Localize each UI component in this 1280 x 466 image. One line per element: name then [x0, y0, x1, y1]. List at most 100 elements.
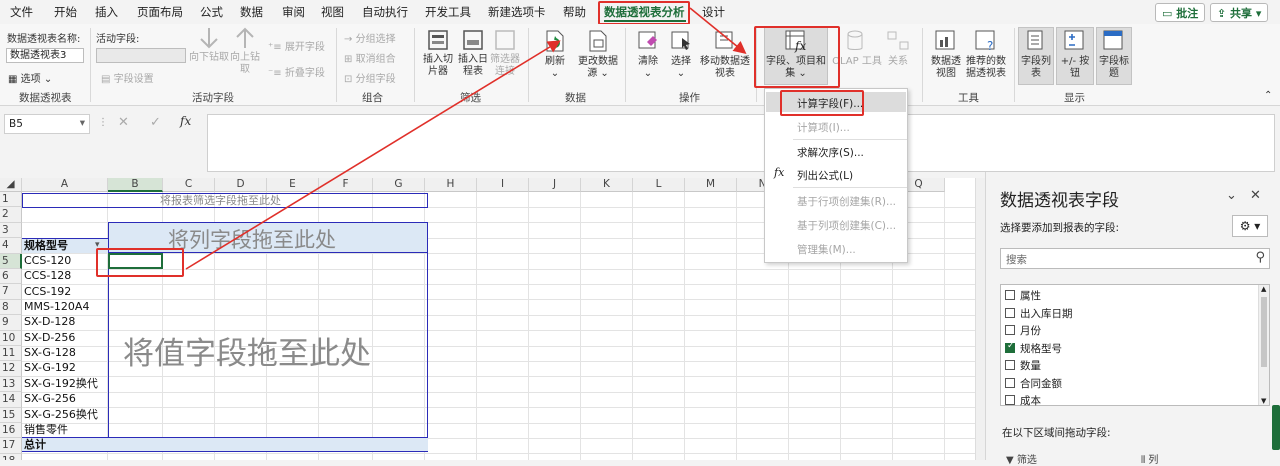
- confirm-icon[interactable]: ✓: [150, 115, 161, 130]
- clear-button[interactable]: 清除 ⌄: [630, 28, 666, 80]
- pivot-name-input[interactable]: 数据透视表3: [6, 48, 84, 63]
- menu-data[interactable]: 数据: [240, 4, 263, 20]
- row-item[interactable]: SX-G-256: [24, 392, 76, 406]
- row-item[interactable]: MMS-120A4: [24, 300, 89, 314]
- menu-help[interactable]: 帮助: [563, 4, 586, 20]
- column-header-g[interactable]: G: [373, 178, 425, 192]
- collapse-ribbon-icon[interactable]: ⌃: [1264, 90, 1272, 101]
- share-button[interactable]: ⇪ 共享 ▾: [1210, 3, 1269, 22]
- menu-review[interactable]: 审阅: [282, 4, 305, 20]
- filter-connections-button[interactable]: 筛选器连接: [490, 28, 520, 78]
- side-handle[interactable]: [1272, 405, 1280, 450]
- row-header-13[interactable]: 13: [0, 376, 22, 393]
- chevron-down-icon[interactable]: ▾: [80, 117, 85, 129]
- insert-timeline-button[interactable]: 插入日程表: [458, 28, 488, 78]
- row-header-16[interactable]: 16: [0, 423, 22, 439]
- drill-down-button[interactable]: 向下钻取: [189, 26, 229, 64]
- insert-slicer-button[interactable]: 插入切片器: [419, 28, 457, 78]
- column-header-i[interactable]: I: [477, 178, 529, 192]
- row-header-12[interactable]: 12: [0, 361, 22, 377]
- column-header-f[interactable]: F: [319, 178, 373, 192]
- checkbox[interactable]: [1005, 360, 1015, 370]
- grid-scrollbar[interactable]: [975, 178, 985, 460]
- options-button[interactable]: ▦ 选项 ⌄: [8, 70, 52, 85]
- row-header-2[interactable]: 2: [0, 207, 22, 223]
- column-header-l[interactable]: L: [633, 178, 685, 192]
- row-header-18[interactable]: 18: [0, 453, 22, 460]
- row-item[interactable]: CCS-128: [24, 269, 71, 283]
- menu-home[interactable]: 开始: [54, 4, 77, 20]
- insert-function-icon[interactable]: fx: [180, 114, 191, 128]
- menu-developer[interactable]: 开发工具: [425, 4, 471, 20]
- row-header-17[interactable]: 17: [0, 438, 22, 454]
- field-list-scrollbar[interactable]: ▲ ▼: [1258, 285, 1269, 405]
- checkbox[interactable]: [1005, 377, 1015, 388]
- collapse-field-button[interactable]: ⁻≡ 折叠字段: [268, 64, 325, 79]
- menu-manage-sets[interactable]: 管理集(M)...: [797, 242, 856, 257]
- menu-page-layout[interactable]: 页面布局: [137, 4, 183, 20]
- field-item[interactable]: ✓ 规格型号: [1005, 341, 1062, 356]
- row-header-5[interactable]: 5: [0, 253, 22, 269]
- formula-input[interactable]: [207, 114, 1275, 172]
- plus-minus-buttons-toggle[interactable]: +/- 按钮: [1056, 27, 1094, 85]
- row-header-9[interactable]: 9: [0, 315, 22, 331]
- menu-create-set-columns[interactable]: 基于列项创建集(C)...: [797, 218, 896, 233]
- chevron-down-icon[interactable]: ⌄: [1226, 188, 1237, 203]
- menu-calculated-field[interactable]: 计算字段(F)...: [797, 96, 863, 111]
- row-header-8[interactable]: 8: [0, 299, 22, 316]
- menu-file[interactable]: 文件: [10, 4, 33, 20]
- menu-formulas[interactable]: 公式: [200, 4, 223, 20]
- scroll-down-icon[interactable]: ▼: [1261, 397, 1266, 405]
- column-header-b[interactable]: B: [108, 178, 163, 192]
- row-item[interactable]: SX-G-128: [24, 346, 76, 360]
- row-header-10[interactable]: 10: [0, 330, 22, 346]
- row-item[interactable]: CCS-192: [24, 285, 71, 299]
- filter-dropdown-icon[interactable]: ▾: [95, 240, 100, 250]
- column-header-e[interactable]: E: [267, 178, 319, 192]
- relationships-button[interactable]: 关系: [882, 28, 914, 68]
- row-item[interactable]: SX-G-256换代: [24, 408, 98, 422]
- field-headers-toggle[interactable]: 字段标题: [1096, 27, 1132, 85]
- cancel-icon[interactable]: ✕: [118, 115, 129, 130]
- row-header-3[interactable]: 3: [0, 222, 22, 239]
- row-item[interactable]: SX-D-128: [24, 315, 75, 329]
- column-header-k[interactable]: K: [581, 178, 633, 192]
- column-header-a[interactable]: A: [22, 178, 108, 192]
- expand-field-button[interactable]: ⁺≡ 展开字段: [268, 38, 325, 53]
- move-pivot-button[interactable]: 移动数据透视表: [698, 28, 752, 80]
- column-header-h[interactable]: H: [425, 178, 477, 192]
- name-box[interactable]: B5 ▾: [4, 114, 90, 134]
- field-item[interactable]: 合同金额: [1005, 376, 1062, 391]
- field-item[interactable]: 数量: [1005, 358, 1041, 373]
- ungroup-button[interactable]: ⊞ 取消组合: [344, 50, 396, 65]
- column-header-m[interactable]: M: [685, 178, 737, 192]
- menu-automate[interactable]: 自动执行: [362, 4, 408, 20]
- refresh-button[interactable]: 刷新 ⌄: [536, 28, 574, 80]
- row-item[interactable]: SX-D-256: [24, 331, 75, 345]
- menu-create-set-rows[interactable]: 基于行项创建集(R)...: [797, 194, 896, 209]
- group-selection-button[interactable]: → 分组选择: [344, 30, 396, 45]
- checkbox[interactable]: [1005, 395, 1015, 405]
- column-header-j[interactable]: J: [529, 178, 581, 192]
- row-header-15[interactable]: 15: [0, 407, 22, 423]
- comment-button[interactable]: ▭ 批注: [1155, 3, 1206, 22]
- menu-list-formulas[interactable]: 列出公式(L): [797, 168, 853, 183]
- change-data-source-button[interactable]: 更改数据源 ⌄: [576, 28, 620, 80]
- checkbox[interactable]: [1005, 307, 1015, 318]
- menu-calculated-item[interactable]: 计算项(I)...: [797, 120, 850, 135]
- row-item[interactable]: 销售零件: [24, 423, 68, 437]
- field-item[interactable]: 出入库日期: [1005, 306, 1073, 321]
- select-button[interactable]: 选择 ⌄: [666, 28, 696, 80]
- select-all-corner[interactable]: ◢: [0, 178, 22, 192]
- search-box[interactable]: 搜索 ⚲: [1000, 248, 1270, 269]
- row-header-11[interactable]: 11: [0, 346, 22, 362]
- row-header-4[interactable]: 4: [0, 238, 22, 254]
- column-header-c[interactable]: C: [163, 178, 215, 192]
- gear-icon[interactable]: ⚙ ▾: [1232, 215, 1268, 237]
- fields-items-sets-button[interactable]: fx 字段、项目和集 ⌄: [764, 27, 828, 85]
- row-item[interactable]: CCS-120: [24, 254, 71, 268]
- tab-pivot-analyze[interactable]: 数据透视表分析: [604, 4, 685, 20]
- row-header-14[interactable]: 14: [0, 392, 22, 408]
- row-header-6[interactable]: 6: [0, 269, 22, 285]
- row-header-1[interactable]: 1: [0, 192, 22, 208]
